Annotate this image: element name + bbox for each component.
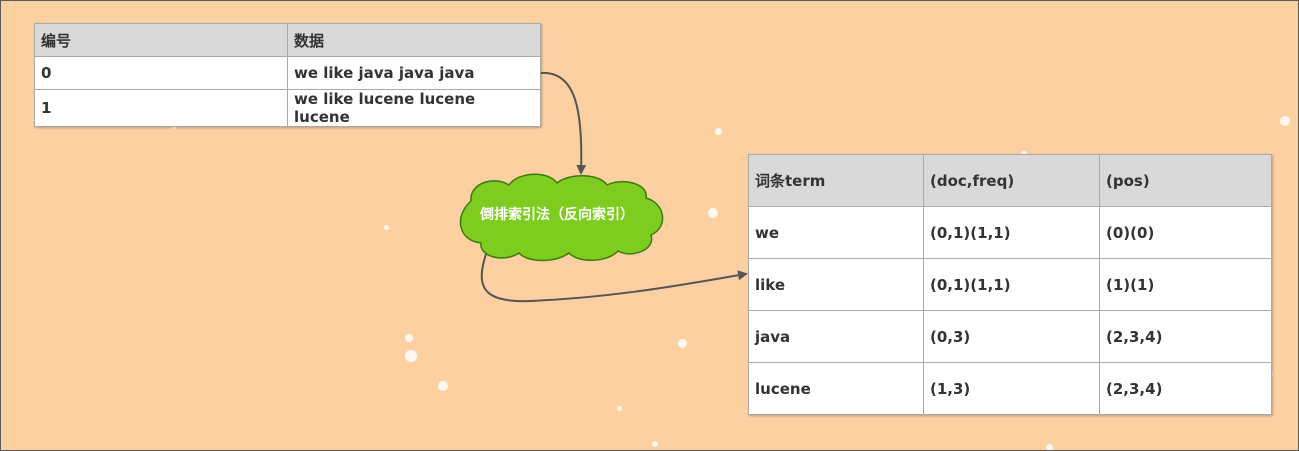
column-header-pos: (pos)	[1099, 154, 1272, 207]
term-cell: we	[748, 206, 924, 259]
table-row: lucene (1,3) (2,3,4)	[748, 362, 1272, 415]
term-cell: like	[748, 258, 924, 311]
pos-cell: (2,3,4)	[1099, 362, 1272, 415]
doc-freq-cell: (0,3)	[923, 310, 1100, 363]
column-header-data: 数据	[287, 23, 541, 57]
process-node-label: 倒排索引法（反向索引）	[480, 207, 634, 223]
table-row: 0 we like java java java	[34, 56, 541, 90]
pos-cell: (0)(0)	[1099, 206, 1272, 259]
doc-text-cell: we like java java java	[287, 56, 541, 90]
edge-table-to-process	[540, 71, 587, 175]
doc-freq-cell: (0,1)(1,1)	[923, 258, 1100, 311]
column-header-id: 编号	[34, 23, 288, 57]
source-documents-table: 编号 数据 0 we like java java java 1 we like…	[34, 23, 541, 127]
pos-cell: (1)(1)	[1099, 258, 1272, 311]
column-header-doc-freq: (doc,freq)	[923, 154, 1100, 207]
table-header-row: 编号 数据	[34, 23, 541, 57]
pos-cell: (2,3,4)	[1099, 310, 1272, 363]
doc-id-cell: 0	[34, 56, 288, 90]
edge-process-to-index	[480, 250, 748, 303]
term-cell: java	[748, 310, 924, 363]
term-cell: lucene	[748, 362, 924, 415]
table-row: java (0,3) (2,3,4)	[748, 310, 1272, 363]
table-row: like (0,1)(1,1) (1)(1)	[748, 258, 1272, 311]
inverted-index-table: 词条term (doc,freq) (pos) we (0,1)(1,1) (0…	[748, 154, 1272, 415]
table-header-row: 词条term (doc,freq) (pos)	[748, 154, 1272, 207]
column-header-term: 词条term	[748, 154, 924, 207]
doc-id-cell: 1	[34, 89, 288, 127]
diagram-canvas: 倒排索引法（反向索引） 编号 数据 0 we like java java ja…	[0, 0, 1299, 451]
table-row: 1 we like lucene lucene lucene	[34, 89, 541, 127]
table-row: we (0,1)(1,1) (0)(0)	[748, 206, 1272, 259]
doc-freq-cell: (0,1)(1,1)	[923, 206, 1100, 259]
doc-text-cell: we like lucene lucene lucene	[287, 89, 541, 127]
doc-freq-cell: (1,3)	[923, 362, 1100, 415]
